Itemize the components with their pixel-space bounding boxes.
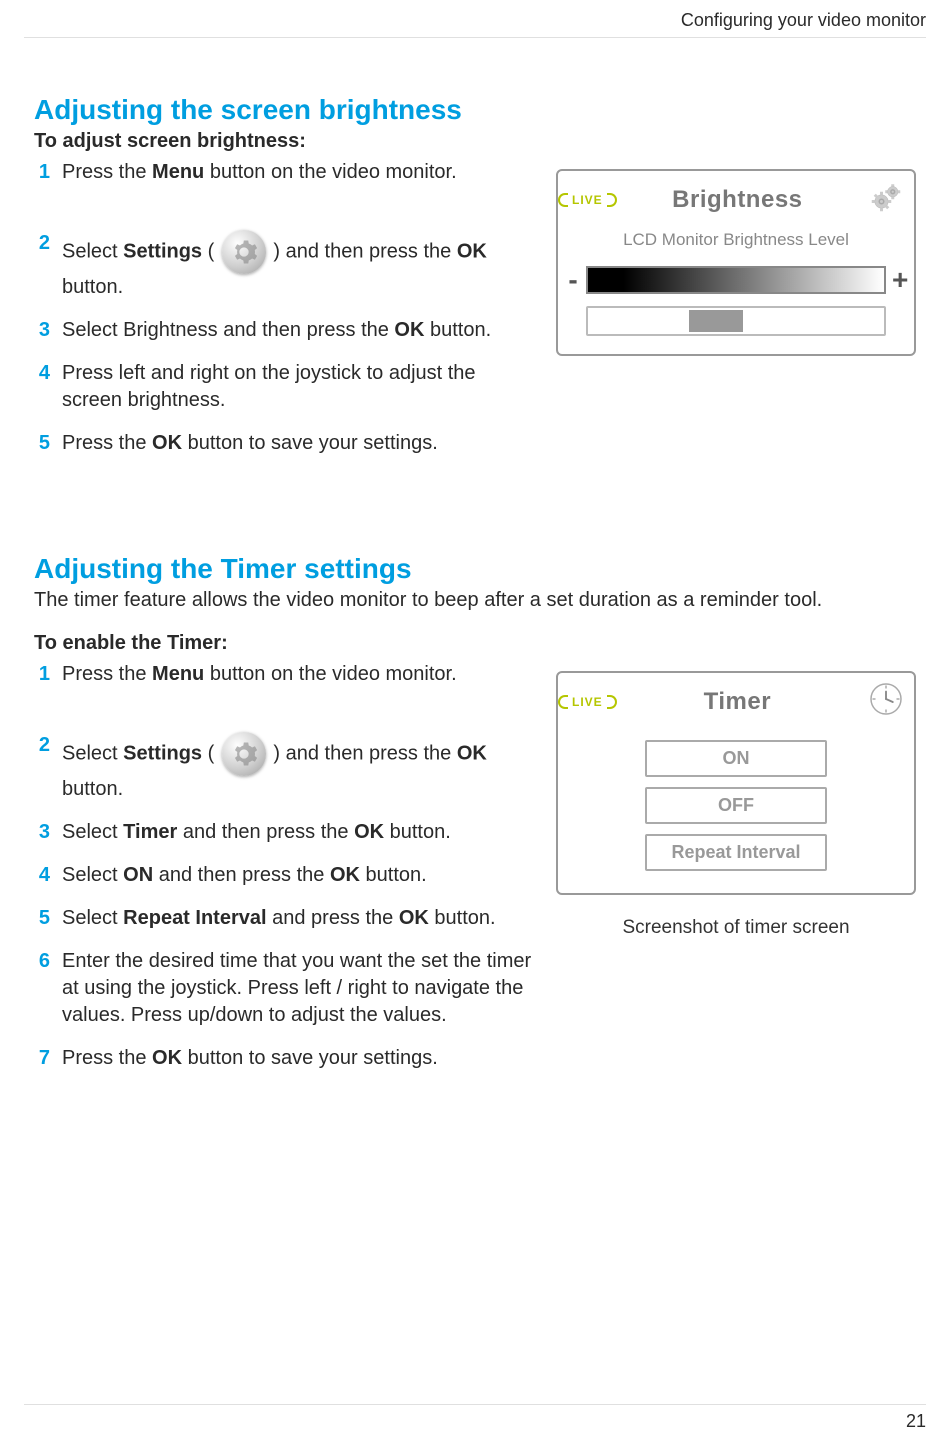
timer-repeat-button: Repeat Interval	[645, 834, 827, 871]
ui-subtitle: LCD Monitor Brightness Level	[558, 230, 914, 250]
step: Select Settings ( ) and then press the O…	[34, 230, 540, 301]
live-badge: LIVE	[568, 689, 607, 715]
clock-icon	[868, 681, 904, 722]
step: Press the Menu button on the video monit…	[34, 661, 540, 716]
settings-gear-icon	[222, 230, 266, 274]
page-footer: 21	[24, 1404, 926, 1432]
timer-off-button: OFF	[645, 787, 827, 824]
steps-brightness: Press the Menu button on the video monit…	[34, 159, 540, 457]
step: Press the OK button to save your setting…	[34, 430, 540, 457]
step: Select Brightness and then press the OK …	[34, 317, 540, 344]
timer-ui-mock: LIVE Timer ON OFF Repeat Interval	[556, 671, 916, 895]
subhead-timer: To enable the Timer:	[34, 632, 916, 655]
brightness-gradient	[586, 266, 886, 294]
step: Press the Menu button on the video monit…	[34, 159, 540, 214]
step: Press left and right on the joystick to …	[34, 360, 540, 414]
settings-gear-icon	[222, 732, 266, 776]
subhead-brightness: To adjust screen brightness:	[34, 130, 916, 153]
step: Select Repeat Interval and press the OK …	[34, 905, 540, 932]
slider-thumb	[689, 310, 743, 332]
page-number: 21	[906, 1411, 926, 1431]
step: Enter the desired time that you want the…	[34, 948, 540, 1029]
section-title-timer: Adjusting the Timer settings	[34, 553, 916, 585]
section-title-brightness: Adjusting the screen brightness	[34, 94, 916, 126]
step: Select Settings ( ) and then press the O…	[34, 732, 540, 803]
step: Select ON and then press the OK button.	[34, 862, 540, 889]
timer-on-button: ON	[645, 740, 827, 777]
steps-timer: Press the Menu button on the video monit…	[34, 661, 540, 1072]
page-header: Configuring your video monitor	[24, 0, 926, 38]
gears-icon	[868, 179, 904, 220]
step: Select Timer and then press the OK butto…	[34, 819, 540, 846]
ui-title: Brightness	[615, 186, 860, 214]
brightness-slider	[586, 306, 886, 336]
minus-icon: -	[566, 264, 580, 296]
brightness-ui-mock: LIVE Brightness LCD Monitor Brightness L…	[556, 169, 916, 356]
step: Press the OK button to save your setting…	[34, 1045, 540, 1072]
ui-title: Timer	[615, 688, 860, 716]
breadcrumb: Configuring your video monitor	[681, 10, 926, 30]
plus-icon: +	[892, 264, 906, 296]
timer-intro: The timer feature allows the video monit…	[34, 589, 916, 612]
timer-caption: Screenshot of timer screen	[556, 917, 916, 939]
live-badge: LIVE	[568, 187, 607, 213]
